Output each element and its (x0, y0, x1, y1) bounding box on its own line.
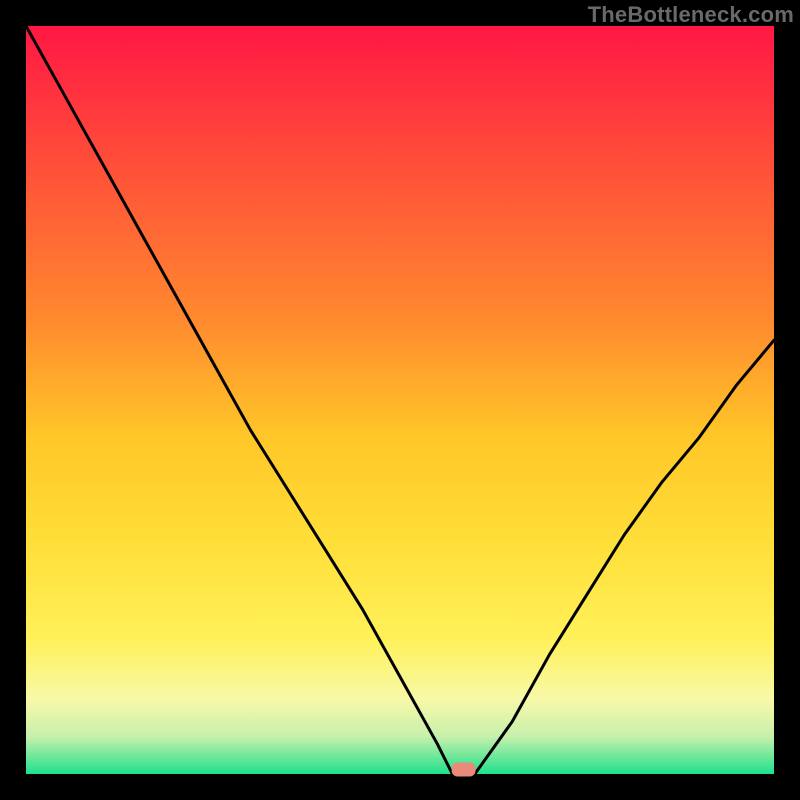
bottleneck-chart (0, 0, 800, 800)
watermark-text: TheBottleneck.com (588, 2, 794, 28)
optimal-point-marker (452, 763, 476, 777)
gradient-background (26, 26, 774, 774)
chart-stage: TheBottleneck.com (0, 0, 800, 800)
